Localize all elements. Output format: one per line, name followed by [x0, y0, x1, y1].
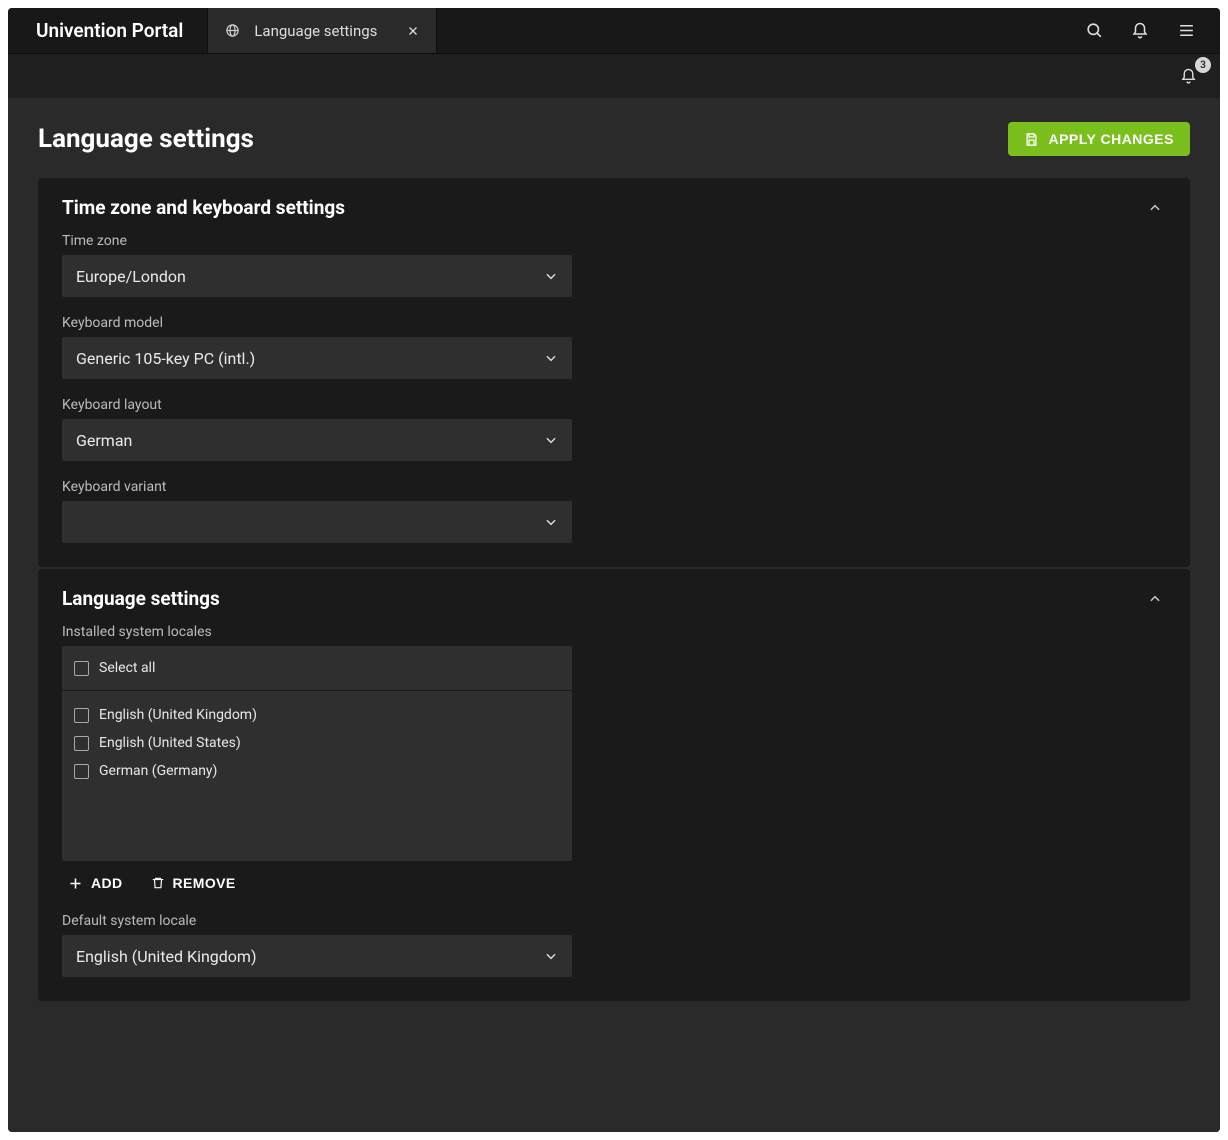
select-value: German	[76, 431, 132, 450]
default-locale-select[interactable]: English (United Kingdom)	[62, 935, 572, 977]
topbar-actions	[1060, 8, 1220, 53]
field-label: Keyboard layout	[62, 397, 572, 413]
select-value: Generic 105-key PC (intl.)	[76, 349, 255, 368]
locale-label: German (Germany)	[99, 763, 217, 779]
bell-icon[interactable]	[1128, 19, 1152, 43]
checkbox-icon[interactable]	[74, 736, 89, 751]
select-value: Europe/London	[76, 267, 186, 286]
locale-label: English (United States)	[99, 735, 241, 751]
select-value: English (United Kingdom)	[76, 947, 257, 966]
save-icon	[1024, 132, 1039, 147]
keyboard-model-select[interactable]: Generic 105-key PC (intl.)	[62, 337, 572, 379]
plus-icon	[68, 876, 83, 891]
field-label: Installed system locales	[62, 624, 572, 640]
locales-list: English (United Kingdom) English (United…	[62, 691, 572, 861]
field-keyboard-model: Keyboard model Generic 105-key PC (intl.…	[62, 315, 572, 379]
field-label: Default system locale	[62, 913, 572, 929]
field-label: Keyboard model	[62, 315, 572, 331]
keyboard-layout-select[interactable]: German	[62, 419, 572, 461]
locale-item[interactable]: English (United Kingdom)	[74, 701, 560, 729]
locale-label: English (United Kingdom)	[99, 707, 257, 723]
field-default-locale: Default system locale English (United Ki…	[62, 913, 572, 977]
select-all-label: Select all	[99, 660, 155, 676]
subbar: 3	[8, 54, 1220, 98]
card-header: Time zone and keyboard settings	[62, 196, 1166, 219]
checkbox-icon[interactable]	[74, 708, 89, 723]
locale-item[interactable]: English (United States)	[74, 729, 560, 757]
trash-icon	[151, 876, 165, 890]
checkbox-icon[interactable]	[74, 661, 89, 676]
chevron-up-icon[interactable]	[1144, 197, 1166, 219]
field-label: Keyboard variant	[62, 479, 572, 495]
notifications-button[interactable]: 3	[1176, 64, 1200, 88]
card-header: Language settings	[62, 587, 1166, 610]
add-button[interactable]: ADD	[68, 875, 123, 891]
menu-icon[interactable]	[1174, 19, 1198, 43]
card-title: Language settings	[62, 587, 220, 610]
remove-button[interactable]: REMOVE	[151, 875, 236, 891]
topbar-spacer	[437, 8, 1060, 53]
brand-title[interactable]: Univention Portal	[8, 8, 207, 53]
chevron-down-icon	[544, 433, 558, 447]
timezone-select[interactable]: Europe/London	[62, 255, 572, 297]
field-timezone: Time zone Europe/London	[62, 233, 572, 297]
section-timezone-keyboard: Time zone and keyboard settings Time zon…	[38, 178, 1190, 567]
chevron-up-icon[interactable]	[1144, 588, 1166, 610]
tab-label: Language settings	[254, 22, 390, 40]
close-icon[interactable]	[404, 22, 422, 40]
keyboard-variant-select[interactable]	[62, 501, 572, 543]
select-all-row[interactable]: Select all	[62, 646, 572, 691]
field-installed-locales: Installed system locales Select all Engl…	[62, 624, 572, 895]
page-header: Language settings APPLY CHANGES	[38, 122, 1190, 156]
section-language: Language settings Installed system local…	[38, 569, 1190, 1001]
notification-badge: 3	[1195, 57, 1211, 73]
field-keyboard-variant: Keyboard variant	[62, 479, 572, 543]
checkbox-icon[interactable]	[74, 764, 89, 779]
add-label: ADD	[91, 875, 123, 891]
chevron-down-icon	[544, 351, 558, 365]
content-area: Language settings APPLY CHANGES Time zon…	[8, 98, 1220, 1132]
chevron-down-icon	[544, 949, 558, 963]
locale-actions: ADD REMOVE	[62, 861, 572, 895]
card-title: Time zone and keyboard settings	[62, 196, 345, 219]
app-root: Univention Portal Language settings	[8, 8, 1220, 1132]
chevron-down-icon	[544, 269, 558, 283]
page-title: Language settings	[38, 124, 254, 154]
globe-icon	[224, 23, 240, 39]
chevron-down-icon	[544, 515, 558, 529]
field-label: Time zone	[62, 233, 572, 249]
topbar: Univention Portal Language settings	[8, 8, 1220, 54]
locales-listbox: Select all English (United Kingdom) Engl…	[62, 646, 572, 861]
apply-label: APPLY CHANGES	[1048, 131, 1174, 147]
search-icon[interactable]	[1082, 19, 1106, 43]
locale-item[interactable]: German (Germany)	[74, 757, 560, 785]
apply-changes-button[interactable]: APPLY CHANGES	[1008, 122, 1190, 156]
tab-language-settings[interactable]: Language settings	[207, 8, 437, 53]
field-keyboard-layout: Keyboard layout German	[62, 397, 572, 461]
remove-label: REMOVE	[173, 875, 236, 891]
